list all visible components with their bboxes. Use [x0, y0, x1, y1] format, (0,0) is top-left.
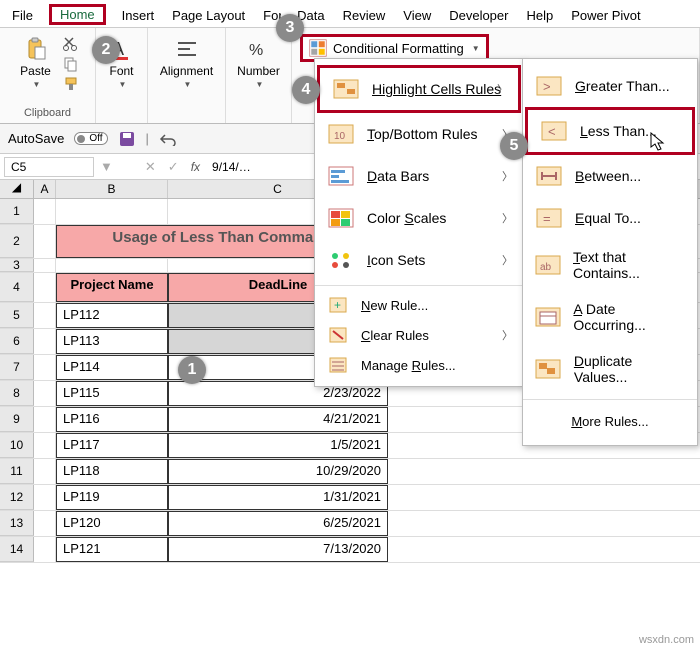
- save-icon[interactable]: [118, 130, 136, 148]
- col-b[interactable]: B: [56, 180, 168, 198]
- undo-icon[interactable]: [159, 132, 177, 146]
- fx-icon[interactable]: fx: [191, 160, 200, 174]
- callout-2: 2: [92, 36, 120, 64]
- copy-icon[interactable]: [63, 56, 79, 72]
- menu-date-occurring[interactable]: A Date Occurring...: [523, 291, 697, 343]
- highlight-cells-submenu: > Greater Than... < Less Than... Between…: [522, 58, 698, 446]
- tab-power-pivot[interactable]: Power Pivot: [569, 6, 642, 25]
- text-contains-icon: ab: [535, 254, 561, 276]
- equal-to-icon: =: [535, 207, 563, 229]
- menu-color-scales[interactable]: Color Scales〉: [315, 197, 523, 239]
- greater-than-icon: >: [535, 75, 563, 97]
- menu-between[interactable]: Between...: [523, 155, 697, 197]
- tab-page-layout[interactable]: Page Layout: [170, 6, 247, 25]
- callout-5: 5: [500, 132, 528, 160]
- tab-file[interactable]: File: [10, 6, 35, 25]
- menu-clear-rules[interactable]: Clear Rules〉: [315, 320, 523, 350]
- callout-4: 4: [292, 76, 320, 104]
- menu-less-than[interactable]: < Less Than...: [528, 110, 692, 152]
- cell-b9[interactable]: LP116: [56, 407, 168, 432]
- color-scales-icon: [327, 207, 355, 229]
- ribbon-tabs: File Home Insert Page Layout Formulas Da…: [0, 0, 700, 28]
- menu-equal-to[interactable]: = Equal To...: [523, 197, 697, 239]
- cell-b10[interactable]: LP117: [56, 433, 168, 458]
- clipboard-icon: [23, 36, 49, 62]
- svg-text:%: %: [249, 42, 263, 59]
- alignment-icon: [174, 36, 200, 62]
- cell-c14[interactable]: 7/13/2020: [168, 537, 388, 562]
- cell-c13[interactable]: 6/25/2021: [168, 511, 388, 536]
- tab-developer[interactable]: Developer: [447, 6, 510, 25]
- data-bars-icon: [327, 165, 355, 187]
- top-bottom-icon: 10: [327, 123, 355, 145]
- menu-manage-rules[interactable]: Manage Rules...: [315, 350, 523, 380]
- watermark: wsxdn.com: [639, 634, 694, 646]
- conditional-formatting-menu: Highlight Cells Rules 〉 10 Top/Bottom Ru…: [314, 58, 524, 387]
- cell-c11[interactable]: 10/29/2020: [168, 459, 388, 484]
- tab-review[interactable]: Review: [341, 6, 388, 25]
- menu-top-bottom-rules[interactable]: 10 Top/Bottom Rules〉: [315, 113, 523, 155]
- name-box[interactable]: [4, 157, 94, 177]
- cell-b7[interactable]: LP114: [56, 355, 168, 380]
- group-clipboard: Clipboard: [24, 107, 71, 121]
- cell-b5[interactable]: LP112: [56, 303, 168, 328]
- menu-icon-sets[interactable]: Icon Sets〉: [315, 239, 523, 281]
- manage-rules-icon: [327, 356, 349, 374]
- tab-view[interactable]: View: [401, 6, 433, 25]
- paste-button[interactable]: Paste▼: [16, 34, 55, 91]
- menu-duplicate-values[interactable]: Duplicate Values...: [523, 343, 697, 395]
- menu-more-rules[interactable]: More Rules...: [523, 404, 697, 439]
- svg-text:>: >: [543, 79, 551, 94]
- clear-rules-icon: [327, 326, 349, 344]
- icon-sets-icon: [327, 249, 355, 271]
- menu-text-contains[interactable]: ab Text that Contains...: [523, 239, 697, 291]
- tab-help[interactable]: Help: [524, 6, 555, 25]
- format-painter-icon[interactable]: [63, 76, 79, 92]
- conditional-formatting-icon: [309, 39, 327, 57]
- cell-b6[interactable]: LP113: [56, 329, 168, 354]
- cell-c12[interactable]: 1/31/2021: [168, 485, 388, 510]
- cell-b12[interactable]: LP119: [56, 485, 168, 510]
- menu-data-bars[interactable]: Data Bars〉: [315, 155, 523, 197]
- highlight-rules-icon: [332, 78, 360, 100]
- svg-text:ab: ab: [540, 262, 552, 273]
- alignment-group[interactable]: Alignment▼: [156, 34, 217, 91]
- mouse-cursor-icon: [650, 132, 666, 152]
- callout-1: 1: [178, 356, 206, 384]
- date-occurring-icon: [535, 306, 561, 328]
- number-group[interactable]: % Number▼: [233, 34, 284, 91]
- cell-b11[interactable]: LP118: [56, 459, 168, 484]
- cell-b8[interactable]: LP115: [56, 381, 168, 406]
- menu-new-rule[interactable]: + New Rule...: [315, 290, 523, 320]
- svg-text:<: <: [548, 124, 556, 139]
- svg-text:10: 10: [334, 131, 346, 142]
- between-icon: [535, 165, 563, 187]
- svg-text:+: +: [334, 298, 341, 312]
- cell-c10[interactable]: 1/5/2021: [168, 433, 388, 458]
- menu-greater-than[interactable]: > Greater Than...: [523, 65, 697, 107]
- duplicate-values-icon: [535, 358, 562, 380]
- cell-b14[interactable]: LP121: [56, 537, 168, 562]
- cell-b13[interactable]: LP120: [56, 511, 168, 536]
- less-than-icon: <: [540, 120, 568, 142]
- svg-text:=: =: [543, 211, 551, 226]
- cut-icon[interactable]: [63, 36, 79, 52]
- tab-home-highlighted[interactable]: Home: [49, 4, 106, 25]
- header-project[interactable]: Project Name: [56, 273, 168, 302]
- callout-3: 3: [276, 14, 304, 42]
- cell-c9[interactable]: 4/21/2021: [168, 407, 388, 432]
- percent-icon: %: [246, 36, 272, 62]
- autosave-toggle[interactable]: Off: [74, 132, 107, 145]
- col-a[interactable]: A: [34, 180, 56, 198]
- menu-highlight-cells-rules[interactable]: Highlight Cells Rules 〉: [320, 68, 518, 110]
- select-all-cell[interactable]: ◢: [0, 180, 34, 198]
- formula-value[interactable]: 9/14/…: [206, 160, 251, 174]
- new-rule-icon: +: [327, 296, 349, 314]
- autosave-label: AutoSave: [8, 131, 64, 146]
- tab-insert[interactable]: Insert: [120, 6, 157, 25]
